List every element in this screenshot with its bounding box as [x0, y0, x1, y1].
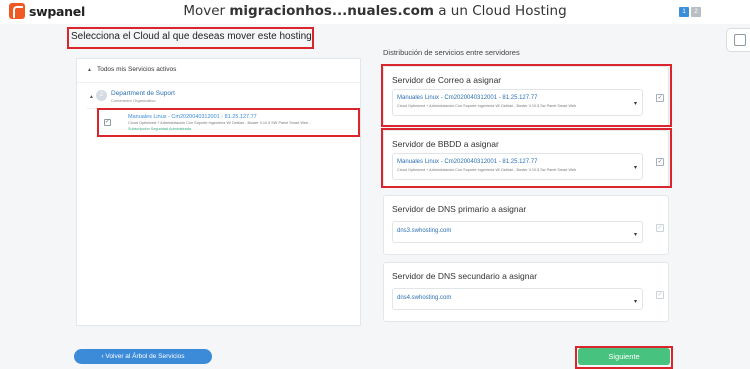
collapse-arrow-icon[interactable]: ▲ — [87, 67, 92, 73]
primary-dns-checkbox[interactable]: ✓ — [656, 224, 664, 232]
primary-dns-select[interactable]: dns3.swhosting.com ▾ — [392, 221, 643, 243]
highlight-next-button — [575, 346, 673, 369]
distribution-heading: Distribución de servicios entre servidor… — [383, 48, 520, 57]
top-bar: swpanel Mover migracionhos...nuales.com … — [0, 0, 750, 24]
secondary-dns-checkbox[interactable]: ✓ — [656, 291, 664, 299]
department-subtitle: Contenedor Organizativo — [111, 98, 156, 103]
hosting-domain: migracionhos...nuales.com — [229, 3, 434, 19]
secondary-dns-value: dns4.swhosting.com — [397, 295, 452, 301]
chevron-left-icon: ‹ — [101, 353, 104, 360]
department-badge: 2 — [96, 90, 107, 101]
chevron-down-icon: ▾ — [633, 232, 637, 238]
highlight-service — [97, 108, 360, 137]
page-title: Mover migracionhos...nuales.com a un Clo… — [183, 3, 567, 19]
secondary-dns-card: Servidor de DNS secundario a asignar dns… — [383, 262, 669, 322]
highlight-select-title — [67, 27, 314, 49]
help-widget-icon[interactable] — [726, 28, 750, 52]
chevron-down-icon: ▾ — [633, 299, 637, 305]
services-tree: ▲ Todos mis Servicios activos ▲ 2 Departm… — [76, 58, 361, 326]
step-1-indicator: 1 — [679, 7, 689, 17]
tree-root-item[interactable]: ▲ Todos mis Servicios activos — [87, 66, 176, 73]
back-to-tree-button[interactable]: ‹ Volver al Árbol de Servicios — [74, 349, 212, 364]
primary-dns-card: Servidor de DNS primario a asignar dns3.… — [383, 195, 669, 255]
highlight-mail-card — [381, 64, 672, 127]
step-2-indicator: 2 — [691, 7, 701, 17]
secondary-dns-title: Servidor de DNS secundario a asignar — [392, 271, 538, 281]
secondary-dns-select[interactable]: dns4.swhosting.com ▾ — [392, 288, 643, 310]
collapse-arrow-icon[interactable]: ▲ — [89, 94, 94, 100]
department-name: Department de Suport — [111, 90, 175, 97]
highlight-database-card — [381, 128, 672, 188]
primary-dns-title: Servidor de DNS primario a asignar — [392, 204, 527, 214]
primary-dns-value: dns3.swhosting.com — [397, 228, 452, 234]
